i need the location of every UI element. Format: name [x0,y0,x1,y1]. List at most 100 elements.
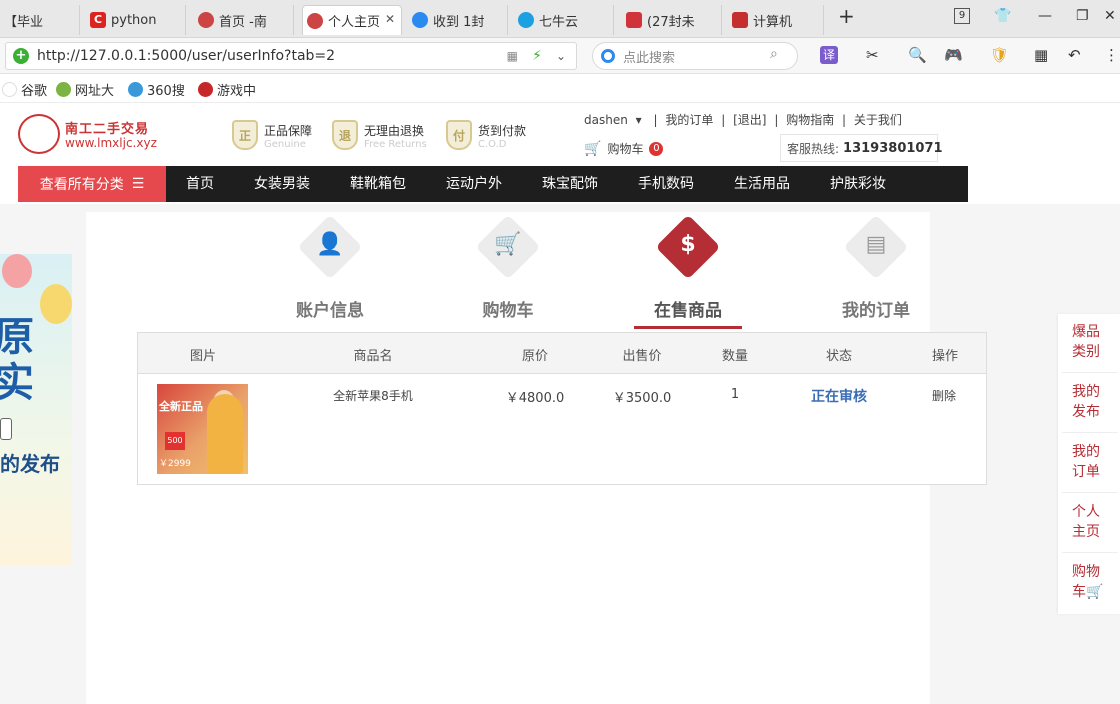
feature-title: 正品保障 [264,124,313,138]
more-icon[interactable]: ⋮ [1104,46,1119,64]
all-categories-button[interactable]: 查看所有分类 ☰ [18,166,166,202]
tab-label: 收到 1封 [433,14,485,30]
chevron-down-icon[interactable]: ⌄ [556,49,566,63]
nav-item-cosmetics[interactable]: 护肤彩妆 [810,166,906,202]
gamepad-icon[interactable]: 🎮 [944,46,963,64]
feature-title: 无理由退换 [364,124,425,138]
nav-item-daily[interactable]: 生活用品 [714,166,810,202]
feature-title: 货到付款 [478,124,527,138]
banner-big-text: 原实 [0,314,34,406]
col-header-action: 操作 [931,349,958,364]
bookmark-label: 网址大 [75,84,115,99]
nav-item-digital[interactable]: 手机数码 [618,166,714,202]
cart-icon: 🛒 [584,140,602,157]
nav-item-shoes-bags[interactable]: 鞋靴箱包 [330,166,426,202]
scissors-icon[interactable]: ✂ [866,46,879,64]
model-figure [207,394,243,474]
product-name[interactable]: 全新苹果8手机 [318,387,428,404]
bookmark-item[interactable]: 360搜 [128,80,185,99]
nav-item-home[interactable]: 首页 [166,166,234,202]
nav-item-jewelry[interactable]: 珠宝配饰 [522,166,618,202]
col-header-original-price: 原价 [521,349,548,364]
cart-count-badge: 0 [649,141,664,156]
logo-url: www.lmxljc.xyz [65,136,157,150]
my-orders-link[interactable]: 我的订单 [665,113,713,127]
maximize-icon[interactable]: ❐ [1076,8,1089,24]
feature-returns: 退 无理由退换 Free Returns [332,120,427,154]
logout-link[interactable]: [退出] [733,113,766,127]
about-us-link[interactable]: 关于我们 [854,113,902,127]
nav-item-outdoor[interactable]: 运动户外 [426,166,522,202]
tab-favicon-icon [518,12,534,28]
browser-tab[interactable]: 收到 1封 [408,5,508,35]
header-cart[interactable]: 🛒 购物车 0 [584,140,664,157]
shopping-guide-link[interactable]: 购物指南 [786,113,834,127]
balloon-icon [40,284,72,324]
qr-code-icon[interactable]: ▦ [507,49,518,63]
banner-slider-handle[interactable] [0,418,12,440]
translate-icon[interactable]: 译 [820,46,838,64]
url-field[interactable]: + http://127.0.0.1:5000/user/userInfo?ta… [5,42,577,70]
left-promo-banner[interactable]: 原实 的发布 [0,254,72,566]
feature-sub: C.O.D [478,139,507,150]
browser-tab-active[interactable]: 个人主页 ✕ [302,5,402,35]
search-icon[interactable]: ⌕ [770,46,778,62]
browser-tab[interactable]: 七牛云 [514,5,614,35]
feature-sub: Free Returns [364,139,427,150]
nav-item-clothing[interactable]: 女装男装 [234,166,330,202]
search-engine-icon[interactable] [601,49,615,63]
cart-icon: 🛒 [1086,584,1104,600]
bookmark-item[interactable]: 谷歌 [2,80,47,99]
sidebar-item-my-posts[interactable]: 我的发布 [1072,382,1108,422]
lightning-icon[interactable]: ⚡ [532,48,542,64]
close-tab-icon[interactable]: ✕ [385,12,395,26]
bookmark-item[interactable]: 游戏中 [198,80,256,99]
tab-count-badge[interactable]: 9 [954,8,970,24]
product-image[interactable]: 全新正品 500 ￥2999 [157,384,248,474]
banner-sub-text: 的发布 [0,452,60,476]
sidebar-item-cart[interactable]: 购物车🛒 [1072,562,1108,602]
logo-title: 南工二手交易 [65,122,150,137]
delete-button[interactable]: 删除 [924,387,964,404]
shirt-skin-icon[interactable]: 👕 [994,8,1011,24]
col-header-name: 商品名 [353,349,393,364]
bookmark-item[interactable]: 网址大 [56,80,114,99]
user-links: dashen ▾ | 我的订单 | [退出] | 购物指南 | 关于我们 [584,113,902,127]
bookmark-label: 游戏中 [217,84,257,99]
search-360-icon [128,82,143,97]
step-label: 购物车 [482,301,534,321]
image-tag: 500 [165,432,185,450]
site-logo[interactable]: 南工二手交易 www.lmxljc.xyz [18,112,168,156]
browser-tab[interactable]: (27封未 [622,5,722,35]
user-menu[interactable]: dashen ▾ [584,113,646,127]
browser-tab[interactable]: C python [86,5,186,35]
list-icon: ▤ [865,232,887,257]
close-window-icon[interactable]: ✕ [1104,8,1116,24]
tab-label: (27封未 [647,14,695,30]
sidebar-item-my-orders[interactable]: 我的订单 [1072,442,1108,482]
tab-favicon-icon: C [90,12,106,28]
browser-search-input[interactable]: 点此搜索 [592,42,798,70]
table-header: 图片 商品名 原价 出售价 数量 状态 操作 [138,333,986,374]
coin-icon[interactable]: 🛡 [990,46,1009,64]
feature-sub: Genuine [264,139,306,150]
browser-tab[interactable]: 首页 -南 [194,5,294,35]
balloon-icon [2,254,32,288]
sidebar-item-profile[interactable]: 个人主页 [1072,502,1108,542]
cart-icon: 🛒 [494,232,522,257]
browser-tab[interactable]: 【毕业 [0,5,80,35]
minimize-icon[interactable]: — [1038,8,1052,24]
sidebar-item-hot-categories[interactable]: 爆品类别 [1072,322,1108,362]
new-tab-button[interactable]: + [838,4,855,28]
apps-grid-icon[interactable]: ▦ [1034,46,1048,64]
hotline-label: 客服热线: [787,141,840,156]
magnifier-icon[interactable]: 🔍 [908,46,927,64]
genuine-badge-icon: 正 [232,120,258,150]
browser-tab[interactable]: 计算机 [728,5,824,35]
cod-badge-icon: 付 [446,120,472,150]
right-sidebar: 爆品类别 我的发布 我的订单 个人主页 购物车🛒 [1058,314,1120,614]
quantity: 1 [730,387,740,402]
step-label: 在售商品 [654,301,722,321]
browser-tab-bar: 【毕业 C python 首页 -南 个人主页 ✕ 收到 1封 七牛云 (27封… [0,0,1120,38]
undo-icon[interactable]: ↶ [1068,46,1081,64]
